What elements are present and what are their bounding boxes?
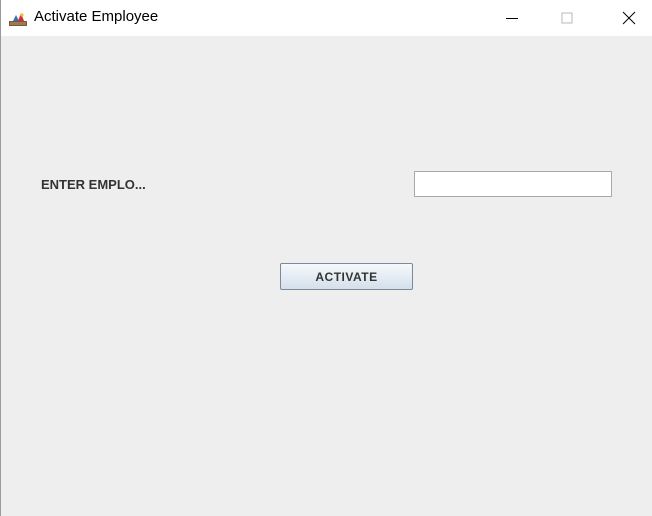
maximize-button[interactable] — [544, 0, 590, 36]
employee-label: ENTER EMPLO... — [41, 177, 146, 192]
maximize-icon — [561, 12, 573, 24]
minimize-button[interactable] — [489, 0, 535, 36]
content-panel: ENTER EMPLO... ACTIVATE — [1, 36, 652, 516]
close-button[interactable] — [606, 0, 652, 36]
java-cup-icon — [9, 11, 27, 27]
title-bar[interactable]: Activate Employee — [1, 0, 652, 36]
app-window: Activate Employee ENTER EMPLO... ACTIVAT… — [0, 0, 652, 516]
close-icon — [622, 11, 636, 25]
employee-input[interactable] — [414, 171, 612, 197]
minimize-icon — [506, 18, 518, 19]
window-title: Activate Employee — [34, 8, 159, 25]
activate-button[interactable]: ACTIVATE — [280, 263, 413, 290]
